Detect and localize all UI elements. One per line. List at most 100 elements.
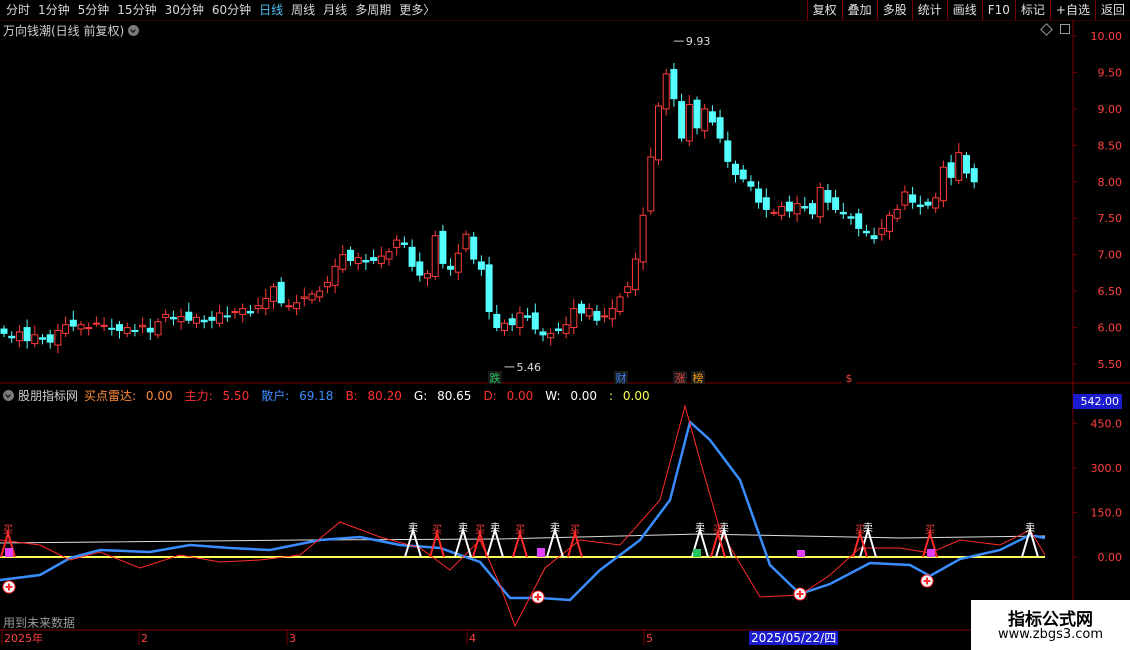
price-tick-label: 10.00 xyxy=(1091,30,1123,43)
candle-body xyxy=(685,104,693,142)
candle-body xyxy=(916,204,924,208)
price-tick-label: 5.50 xyxy=(1098,358,1123,371)
candle-body xyxy=(92,322,100,325)
candle-body xyxy=(493,313,501,329)
candle-body xyxy=(200,319,208,323)
candle-body xyxy=(732,163,739,175)
candle-body xyxy=(562,324,570,334)
buy-signal-label: 买 xyxy=(432,524,442,536)
main-force-line xyxy=(0,404,1046,628)
candle-body xyxy=(501,322,508,331)
candle-body xyxy=(793,203,801,215)
candle-body xyxy=(323,281,331,288)
candle-body xyxy=(316,290,324,298)
param-retail-value: 69.18 xyxy=(299,389,334,403)
param-w: W: 0.00 xyxy=(545,389,603,403)
candle-body xyxy=(801,206,809,209)
buy-signal-label: 买 xyxy=(475,524,485,536)
candle-body xyxy=(300,296,308,299)
candle-body xyxy=(331,265,339,286)
param-b-value: 80.20 xyxy=(367,388,402,403)
selected-date: 2025/05/22/四 xyxy=(749,631,839,645)
candle-body xyxy=(631,258,639,291)
param-retail-label: 散户: xyxy=(261,389,290,403)
chevron-down-icon[interactable] xyxy=(3,390,14,401)
param-d-label: D: xyxy=(483,388,497,403)
candle-body xyxy=(216,312,224,324)
candle-body xyxy=(693,99,701,129)
candle-body xyxy=(639,214,647,263)
candle-body xyxy=(508,318,516,326)
param-radar-label: 买点雷达: xyxy=(84,389,137,403)
candle-body xyxy=(893,208,901,219)
retail-line xyxy=(0,419,1046,602)
param-g: G: 80.65 xyxy=(414,389,478,403)
candle-body xyxy=(701,108,709,132)
candle-body xyxy=(31,334,39,345)
candle-body xyxy=(54,329,62,346)
magenta-bar xyxy=(927,549,935,557)
magenta-bar xyxy=(537,548,545,557)
candle-body xyxy=(547,332,555,339)
window-square-icon[interactable] xyxy=(1060,24,1070,34)
event-badge: 涨 xyxy=(675,372,686,385)
candle-body xyxy=(678,101,686,139)
candle-body xyxy=(485,264,493,313)
candle-body xyxy=(139,324,147,328)
candle-body xyxy=(570,308,578,329)
buy-signal-label: 买 xyxy=(570,524,580,536)
candle-body xyxy=(839,211,847,215)
param-extra-value: 0.00 xyxy=(622,388,650,403)
candle-body xyxy=(393,239,401,248)
candle-body xyxy=(970,168,978,183)
candle-body xyxy=(146,327,154,333)
candle-body xyxy=(454,252,462,273)
indicator-name[interactable]: 股朋指标网 xyxy=(18,387,78,404)
candle-body xyxy=(778,206,786,216)
indicator-title: 股朋指标网 买点雷达: 0.00 主力: 5.50 散户: 69.18 B: 8… xyxy=(3,387,662,404)
buy-signal xyxy=(429,529,445,558)
sell-signal xyxy=(546,526,564,558)
candle-body xyxy=(100,324,108,327)
candle-body xyxy=(847,216,855,219)
chevron-down-icon[interactable] xyxy=(128,25,140,36)
candle-body xyxy=(601,315,609,318)
param-d-value: 0.00 xyxy=(506,388,534,403)
buy-signal-label: 买 xyxy=(925,524,935,536)
time-axis-label: 4 xyxy=(469,632,476,645)
candle-body xyxy=(116,324,123,331)
candle-body xyxy=(270,286,277,302)
price-tick-label: 7.00 xyxy=(1098,249,1123,262)
candle-body xyxy=(716,117,724,139)
candle-body xyxy=(855,213,863,229)
candle-body xyxy=(662,73,670,110)
candle-body xyxy=(39,337,46,340)
candle-body xyxy=(816,187,824,218)
candle-body xyxy=(770,211,778,214)
chart-canvas[interactable]: 10.00 9.50 9.00 8.50 8.00 7.50 7.00 6.50 6.00 5.5… xyxy=(0,0,1130,650)
price-tick-label: 6.00 xyxy=(1098,322,1123,335)
candle-body xyxy=(193,316,200,324)
candle-body xyxy=(123,327,131,334)
price-tick-label: 6.50 xyxy=(1098,285,1123,298)
candle-body xyxy=(939,166,947,202)
param-extra: : 0.00 xyxy=(609,389,656,403)
candle-body xyxy=(955,152,963,181)
candle-body xyxy=(870,235,878,240)
candle-body xyxy=(185,311,193,321)
indicator-tick-label: 150.0 xyxy=(1091,506,1123,519)
param-w-value: 0.00 xyxy=(570,388,598,403)
candle-body xyxy=(901,191,909,206)
event-badge: 跌 xyxy=(490,371,501,385)
candle-body xyxy=(554,328,562,331)
candle-body xyxy=(46,334,54,343)
price-tick-label: 8.50 xyxy=(1098,139,1123,152)
high-price-label: 9.93 xyxy=(686,35,711,48)
sell-signal-label: 卖 xyxy=(458,522,468,534)
candle-body xyxy=(416,261,424,276)
candle-body xyxy=(0,328,8,334)
buy-signal-label: 买 xyxy=(855,524,865,536)
time-axis-label: 5 xyxy=(646,632,653,645)
candle-body xyxy=(8,335,16,339)
stock-title[interactable]: 万向钱潮(日线 前复权) xyxy=(3,22,140,39)
